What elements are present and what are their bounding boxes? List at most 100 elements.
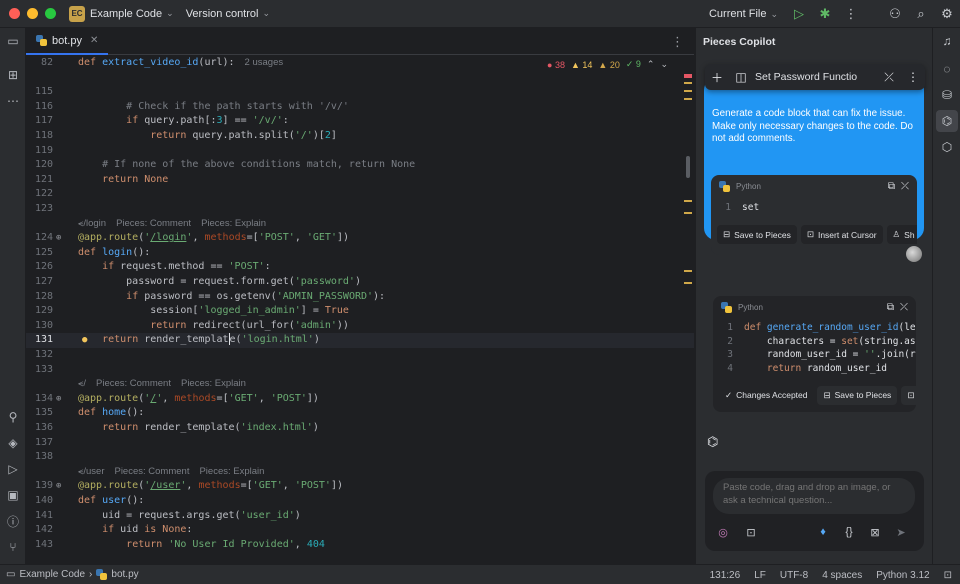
save-to-pieces-button[interactable]: ⊟ Save to Pieces [817, 385, 898, 405]
terminal-icon[interactable]: ▣ [0, 484, 26, 506]
code-line[interactable]: 129 session['logged_in_admin'] = True [26, 304, 694, 319]
code-line[interactable]: 143 return 'No User Id Provided', 404 [26, 538, 694, 553]
git-icon[interactable]: ⑂ [0, 536, 26, 558]
code-line[interactable]: 134 ⊕ @app.route('/', methods=['GET', 'POS… [26, 392, 694, 407]
code-line[interactable]: 122 [26, 187, 694, 202]
debug-icon[interactable]: ✱ [812, 6, 838, 22]
code-line[interactable]: 117 if query.path[:3] == '/v/': [26, 114, 694, 129]
code-line[interactable]: 123 [26, 202, 694, 217]
line-number[interactable]: 117 [26, 114, 53, 129]
python-packages-icon[interactable]: ⚲ [0, 406, 26, 428]
line-number[interactable]: 121 [26, 173, 53, 188]
code-line[interactable]: 139 ⊕ @app.route('/user', methods=['GET', … [26, 479, 694, 494]
endpoint-gutter-icon[interactable]: ⊕ [56, 231, 61, 246]
line-number[interactable]: 125 [26, 246, 53, 261]
code-line[interactable]: 142 if uid is None: [26, 523, 694, 538]
line-number[interactable]: 118 [26, 129, 53, 144]
line-number[interactable]: 132 [26, 348, 53, 363]
line-number[interactable]: 116 [26, 100, 53, 115]
line-number[interactable]: 124 [26, 231, 53, 246]
close-window-button[interactable] [9, 8, 20, 19]
code-line[interactable]: 128 if password == os.getenv('ADMIN_PASS… [26, 290, 694, 305]
code-line[interactable]: 133 [26, 363, 694, 378]
code-line[interactable]: 130 return redirect(url_for('admin')) [26, 319, 694, 334]
zoom-window-button[interactable] [45, 8, 56, 19]
line-number[interactable]: 119 [26, 144, 53, 159]
line-number[interactable]: 115 [26, 85, 53, 100]
problems-icon[interactable]: ⓘ [0, 510, 26, 532]
line-number[interactable]: 122 [26, 187, 53, 202]
notifications-icon[interactable]: ♫ [933, 30, 960, 52]
ai-assistant-icon[interactable]: ◌ [933, 58, 960, 80]
file-encoding[interactable]: UTF-8 [780, 570, 808, 581]
conversation-title[interactable]: Set Password Functio [753, 71, 877, 83]
endpoint-gutter-icon[interactable]: ⊕ [56, 479, 61, 494]
idea-icon[interactable]: ♦ [815, 524, 831, 540]
send-icon[interactable]: ➤ [893, 524, 909, 540]
code-line[interactable]: 121 return None [26, 173, 694, 188]
line-number[interactable]: 131 [26, 333, 53, 348]
chevron-down-icon[interactable]: ⌄ [660, 59, 668, 70]
code-view[interactable]: 82 def extract_video_id(url): 2 usages 115 1… [26, 55, 694, 564]
database-icon[interactable]: ⛁ [933, 84, 960, 106]
scrollbar-markers[interactable] [684, 68, 692, 558]
pieces-explain-link[interactable]: Pieces: Explain [181, 378, 246, 389]
warning-marker[interactable] [684, 212, 692, 214]
code-line[interactable]: 135 def home(): [26, 406, 694, 421]
pieces-explain-link[interactable]: Pieces: Explain [201, 218, 266, 229]
line-number[interactable]: 128 [26, 290, 53, 305]
python-interpreter[interactable]: Python 3.12 [876, 570, 929, 581]
tab-options-icon[interactable]: ⋮ [671, 34, 684, 50]
vcs-menu[interactable]: Version control ⌄ [186, 8, 270, 20]
inspection-widget[interactable]: ● 38 ▲ 14 ▲ 20 ✓ 9 ⌃ ⌄ [547, 59, 668, 70]
usages-hint[interactable]: 2 usages [245, 57, 284, 68]
breadcrumb-file[interactable]: bot.py [111, 569, 138, 580]
line-number[interactable]: 126 [26, 260, 53, 275]
line-number[interactable]: 123 [26, 202, 53, 217]
code-braces-icon[interactable]: {} [841, 524, 857, 540]
pieces-comment-link[interactable]: Pieces: Comment [114, 466, 189, 477]
warning-marker[interactable] [684, 200, 692, 202]
context-icon[interactable]: ⊡ [743, 524, 759, 540]
code-line[interactable]: 124 ⊕ @app.route('/login', methods=['POST'… [26, 231, 694, 246]
code-line[interactable]: 125 def login(): [26, 246, 694, 261]
line-number[interactable]: 135 [26, 406, 53, 421]
collapse-icon[interactable]: ⤫ [877, 70, 901, 85]
line-number[interactable]: 141 [26, 509, 53, 524]
more-options-icon[interactable]: ⋮ [901, 70, 925, 84]
more-actions-icon[interactable]: ⋮ [838, 6, 864, 22]
lock-icon[interactable]: ⊡ [944, 570, 952, 581]
image-text-icon[interactable]: ⊠ [867, 524, 883, 540]
line-number[interactable]: 143 [26, 538, 53, 553]
code-line[interactable]: 119 [26, 144, 694, 159]
code-line[interactable]: 132 [26, 348, 694, 363]
code-line[interactable]: 127 password = request.form.get('passwor… [26, 275, 694, 290]
search-icon[interactable]: ⌕ [908, 6, 934, 22]
route-hint[interactable]: ⪪/ [78, 378, 86, 389]
model-selector-icon[interactable]: ◎ [715, 524, 731, 540]
cube-icon[interactable]: ⬡ [933, 136, 960, 158]
tab-bot-py[interactable]: bot.py ✕ [26, 28, 109, 55]
line-number[interactable]: 140 [26, 494, 53, 509]
line-number[interactable]: 142 [26, 523, 53, 538]
minimize-window-button[interactable] [27, 8, 38, 19]
current-code-line[interactable]: 131 ● return render_template('login.html'… [26, 333, 694, 348]
line-separator[interactable]: LF [754, 570, 766, 581]
code-line[interactable]: 115 [26, 85, 694, 100]
line-number[interactable]: 120 [26, 158, 53, 173]
project-selector[interactable]: Example Code ⌄ [90, 8, 174, 20]
settings-icon[interactable]: ⚙ [934, 6, 960, 22]
add-user-icon[interactable]: ⚇ [882, 6, 908, 22]
pieces-icon[interactable]: ⌬ [936, 110, 958, 132]
insert-at-cursor-button[interactable]: ⊡ Insert at Cursor [800, 225, 883, 244]
endpoint-gutter-icon[interactable]: ⊕ [56, 392, 61, 407]
save-to-pieces-button[interactable]: ⊟ Save to Pieces [717, 225, 797, 244]
warning-marker[interactable] [684, 282, 692, 284]
code-line[interactable]: 137 [26, 436, 694, 451]
breadcrumb-project[interactable]: Example Code [19, 569, 85, 580]
project-badge[interactable]: EC [69, 5, 85, 22]
indent-setting[interactable]: 4 spaces [822, 570, 862, 581]
pieces-comment-link[interactable]: Pieces: Comment [96, 378, 171, 389]
more-tools-icon[interactable]: ⋯ [0, 90, 26, 112]
copy-icon[interactable]: ⧉ [887, 302, 894, 313]
